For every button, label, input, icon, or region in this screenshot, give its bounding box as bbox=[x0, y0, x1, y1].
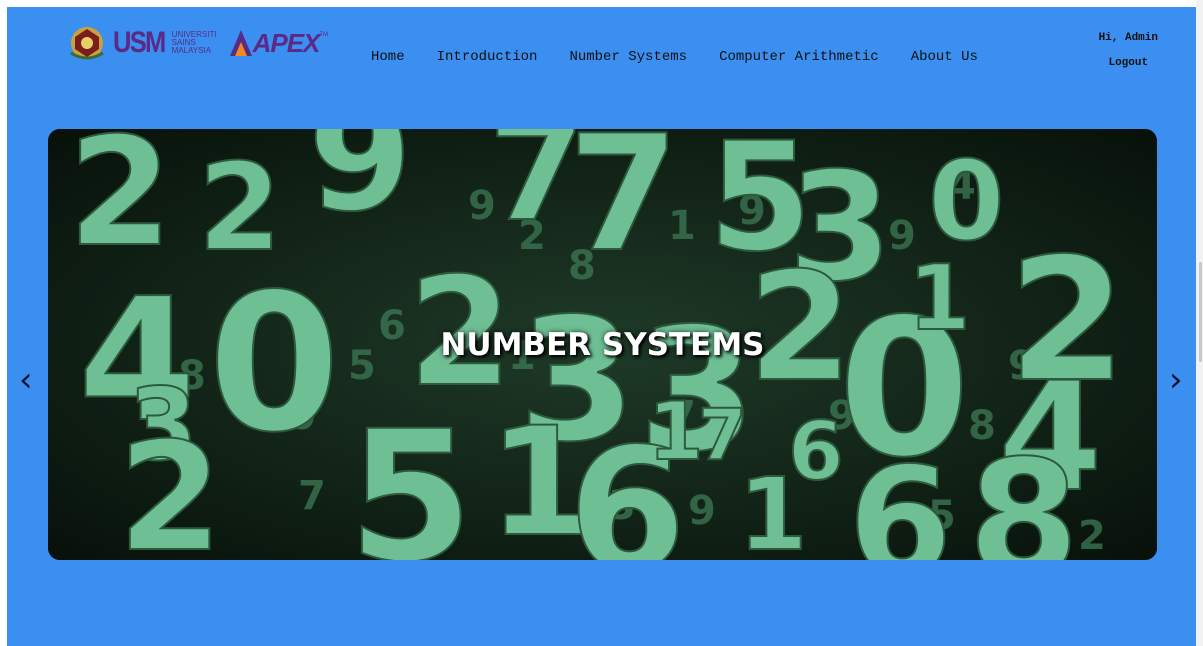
nav-computer-arithmetic[interactable]: Computer Arithmetic bbox=[703, 49, 895, 65]
scrollbar-thumb[interactable] bbox=[1199, 262, 1202, 362]
nav-number-systems[interactable]: Number Systems bbox=[553, 49, 703, 65]
svg-text:2: 2 bbox=[68, 129, 172, 280]
svg-text:7: 7 bbox=[698, 394, 747, 476]
svg-text:5: 5 bbox=[348, 343, 376, 389]
svg-text:7: 7 bbox=[568, 129, 679, 287]
apex-logo-text: APEX bbox=[252, 28, 321, 58]
svg-text:1: 1 bbox=[648, 385, 704, 478]
svg-text:9: 9 bbox=[308, 129, 412, 245]
main-nav: Home Introduction Number Systems Compute… bbox=[371, 49, 994, 65]
svg-text:9: 9 bbox=[688, 488, 716, 534]
usm-logo: USM UNIVERSITI SAINS MALAYSIA bbox=[113, 28, 217, 58]
user-greeting: Hi, Admin bbox=[1098, 32, 1158, 44]
svg-text:0: 0 bbox=[208, 253, 340, 474]
crest-icon bbox=[70, 27, 104, 60]
svg-text:7: 7 bbox=[298, 473, 326, 519]
apex-logo: APEX TM bbox=[229, 28, 328, 58]
svg-text:2: 2 bbox=[118, 411, 222, 560]
svg-text:6: 6 bbox=[378, 303, 406, 349]
usm-logo-subtext: UNIVERSITI SAINS MALAYSIA bbox=[171, 30, 217, 55]
nav-introduction[interactable]: Introduction bbox=[421, 49, 554, 65]
svg-text:2: 2 bbox=[748, 241, 852, 415]
svg-text:8: 8 bbox=[968, 425, 1079, 560]
logo-bar: USM UNIVERSITI SAINS MALAYSIA APEX TM bbox=[67, 21, 328, 65]
svg-text:5: 5 bbox=[348, 393, 473, 560]
logout-link[interactable]: Logout bbox=[1099, 56, 1158, 81]
svg-text:6: 6 bbox=[788, 405, 844, 498]
hero-carousel[interactable]: 921 994 658 997 395 782 180 2 2 9 7 7 5 … bbox=[48, 129, 1157, 560]
chevron-left-icon[interactable]: ‹ bbox=[19, 363, 33, 397]
user-panel: Hi, Admin Logout bbox=[1099, 31, 1158, 81]
svg-text:6: 6 bbox=[848, 436, 952, 560]
nav-about-us[interactable]: About Us bbox=[895, 49, 994, 65]
nav-home[interactable]: Home bbox=[371, 49, 421, 65]
page-frame: USM UNIVERSITI SAINS MALAYSIA APEX TM Ho… bbox=[7, 7, 1196, 646]
scrollbar[interactable] bbox=[1196, 0, 1203, 646]
usm-logo-text: USM bbox=[113, 26, 166, 59]
chevron-right-icon[interactable]: › bbox=[1169, 363, 1183, 397]
svg-text:1: 1 bbox=[908, 246, 971, 351]
apex-triangle-icon bbox=[229, 30, 252, 56]
carousel-slide-image: 92 1 994 658 997 395 782 180 2 2 9 7 7 5 … bbox=[48, 129, 1157, 560]
apex-trademark: TM bbox=[319, 32, 329, 38]
